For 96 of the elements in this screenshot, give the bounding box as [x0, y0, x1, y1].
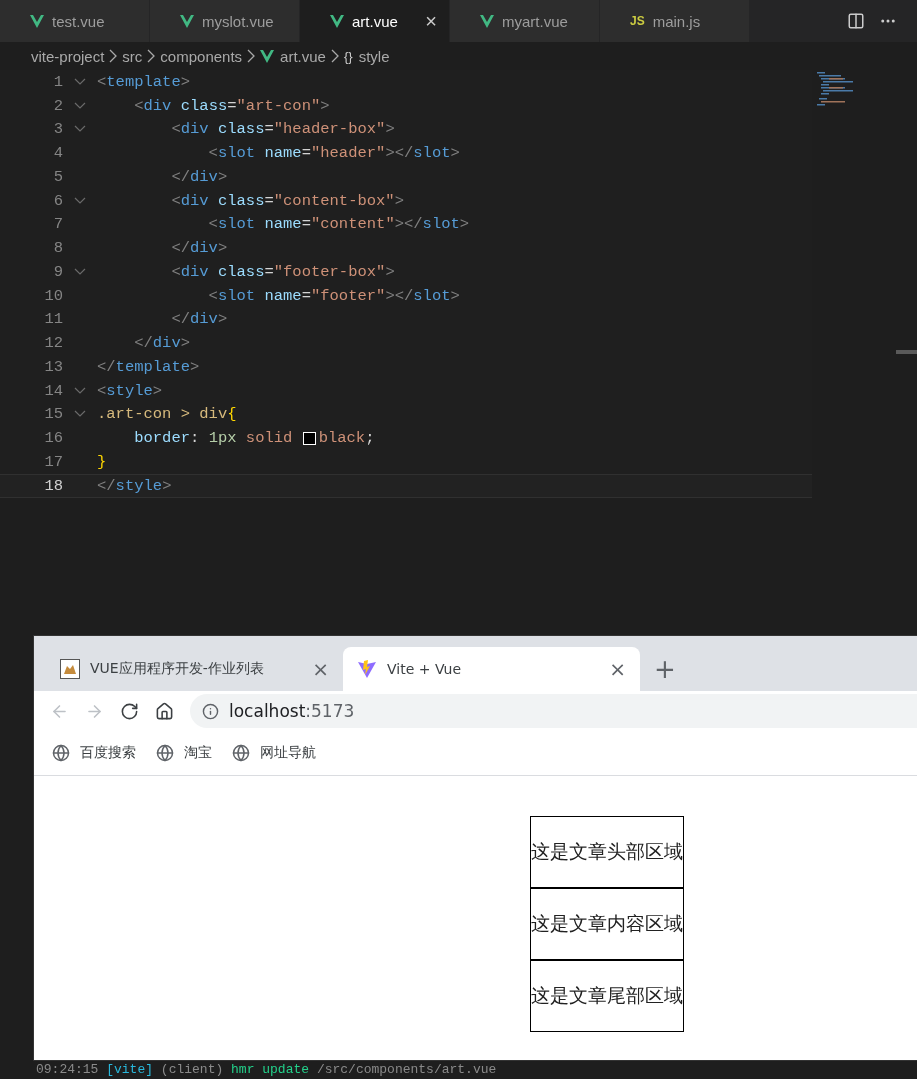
- line-number: 2: [52, 96, 63, 115]
- code-text: <slot name="header"></slot>: [207, 144, 460, 163]
- close-icon[interactable]: ×: [425, 11, 437, 31]
- browser-tab[interactable]: VUE应用程序开发-作业列表 ×: [46, 647, 343, 691]
- tab-label: test.vue: [52, 12, 106, 30]
- vue-file-icon: [480, 14, 494, 28]
- split-editor-icon[interactable]: [847, 12, 865, 30]
- code-text: }: [97, 452, 107, 471]
- fold-chevron-icon[interactable]: [74, 101, 86, 110]
- chevron-icon: [329, 49, 340, 63]
- info-icon[interactable]: [202, 702, 219, 720]
- editor-tab[interactable]: JS main.js: [600, 0, 750, 42]
- code-text: <style>: [97, 381, 163, 400]
- address-bar[interactable]: localhost:5173: [190, 694, 917, 728]
- line-number: 10: [43, 286, 63, 305]
- breadcrumb-item[interactable]: art.vue: [260, 47, 326, 65]
- line-number: 7: [52, 215, 63, 234]
- scrollbar-thumb[interactable]: [896, 350, 917, 354]
- breadcrumb-item[interactable]: src: [122, 47, 143, 65]
- globe-icon: [156, 744, 174, 762]
- chevron-icon: [246, 49, 257, 63]
- cat-favicon-icon: [60, 659, 80, 679]
- vue-file-icon: [180, 14, 194, 28]
- close-icon[interactable]: ×: [312, 659, 329, 679]
- reload-button[interactable]: [120, 701, 139, 721]
- fold-chevron-icon[interactable]: [74, 125, 86, 134]
- bookmark-link[interactable]: 百度搜索: [52, 744, 136, 762]
- tab-label: myart.vue: [502, 12, 569, 30]
- code-text: <div class="footer-box">: [170, 262, 395, 281]
- tab-label: art.vue: [352, 12, 399, 30]
- article-section: 这是文章内容区域: [530, 888, 684, 960]
- code-text: <slot name="footer"></slot>: [207, 286, 460, 305]
- vue-file-icon: [30, 14, 44, 28]
- line-number: 17: [43, 452, 63, 471]
- tab-label: main.js: [652, 12, 702, 30]
- bookmark-link[interactable]: 网址导航: [232, 744, 316, 762]
- tab-title: VUE应用程序开发-作业列表: [90, 660, 265, 678]
- code-text: <div class="art-con">: [133, 96, 330, 115]
- line-number: 18: [43, 476, 63, 495]
- line-number: 16: [43, 429, 63, 448]
- close-icon[interactable]: ×: [609, 659, 626, 679]
- editor-tab[interactable]: myart.vue: [450, 0, 600, 42]
- article-section: 这是文章头部区域: [530, 816, 684, 888]
- js-file-icon: JS: [630, 14, 645, 28]
- line-number: 13: [43, 357, 63, 376]
- tab-label: myslot.vue: [202, 12, 275, 30]
- home-button[interactable]: [155, 701, 174, 721]
- line-number: 5: [52, 167, 63, 186]
- article-section: 这是文章尾部区域: [530, 960, 684, 1032]
- line-number: 4: [52, 144, 63, 163]
- breadcrumb-item[interactable]: {} style: [343, 47, 390, 65]
- bookmark-link[interactable]: 淘宝: [156, 744, 212, 762]
- globe-icon: [52, 744, 70, 762]
- code-text: border: 1px solid: [133, 429, 294, 448]
- code-text: <div class="content-box">: [170, 191, 404, 210]
- tab-title: Vite + Vue: [387, 661, 462, 677]
- editor-tab[interactable]: test.vue: [0, 0, 150, 42]
- code-text: <slot name="content"></slot>: [207, 215, 470, 234]
- code-text: </style>: [97, 476, 172, 495]
- url-text: localhost:5173: [229, 701, 355, 721]
- code-text: .art-con > div{: [97, 405, 237, 424]
- line-number: 9: [52, 262, 63, 281]
- code-text: black;: [318, 429, 375, 448]
- line-number: 1: [52, 72, 63, 91]
- line-number: 3: [52, 120, 63, 139]
- fold-chevron-icon[interactable]: [74, 196, 86, 205]
- line-number: 6: [52, 191, 63, 210]
- code-text: </div>: [170, 310, 228, 329]
- breadcrumb-item[interactable]: vite-project: [31, 47, 105, 65]
- editor-tab[interactable]: art.vue ×: [300, 0, 450, 42]
- chevron-icon: [108, 49, 119, 63]
- line-number: 15: [43, 405, 63, 424]
- fold-chevron-icon[interactable]: [74, 267, 86, 276]
- code-text: </div>: [133, 334, 191, 353]
- vue-file-icon: [260, 49, 275, 63]
- fold-chevron-icon[interactable]: [74, 77, 86, 86]
- globe-icon: [232, 744, 250, 762]
- new-tab-button[interactable]: +: [654, 653, 676, 684]
- fold-chevron-icon[interactable]: [74, 410, 86, 419]
- line-number: 11: [43, 310, 63, 329]
- terminal-output: 09:24:15 [vite] (client) hmr update /src/components/art.vue: [36, 1062, 497, 1077]
- code-text: </template>: [97, 357, 200, 376]
- code-text: <div class="header-box">: [170, 120, 395, 139]
- vite-favicon-icon: [357, 659, 377, 679]
- browser-tab[interactable]: Vite + Vue ×: [343, 647, 640, 691]
- editor-tab[interactable]: myslot.vue: [150, 0, 300, 42]
- chevron-icon: [146, 49, 157, 63]
- vue-file-icon: [330, 14, 344, 28]
- code-text: </div>: [170, 167, 228, 186]
- line-number: 8: [52, 239, 63, 258]
- line-number: 14: [43, 381, 63, 400]
- code-text: </div>: [170, 239, 228, 258]
- line-number: 12: [43, 334, 63, 353]
- fold-chevron-icon[interactable]: [74, 386, 86, 395]
- breadcrumb-item[interactable]: components: [160, 47, 243, 65]
- code-text: <template>: [97, 72, 191, 91]
